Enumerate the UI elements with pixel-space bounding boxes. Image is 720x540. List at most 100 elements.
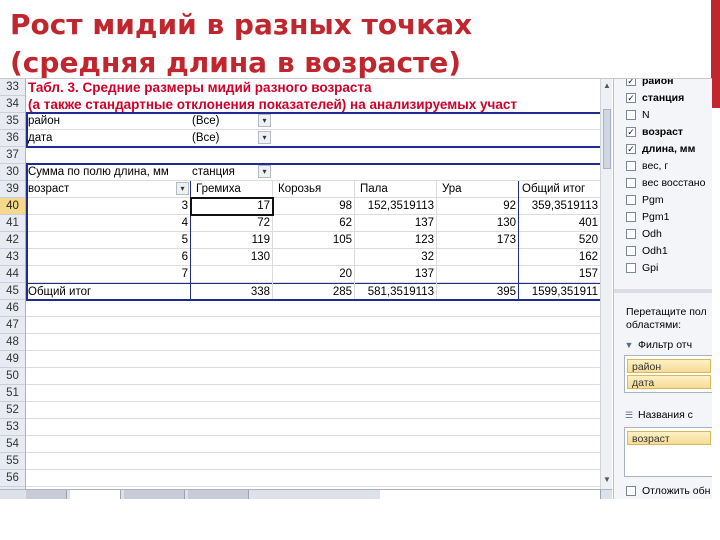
field-checkbox[interactable]: ✓ — [626, 144, 636, 154]
field-list-item[interactable]: вес восстано — [626, 175, 712, 192]
filter-field-chip[interactable]: район — [627, 359, 711, 373]
scroll-thumb[interactable] — [603, 109, 611, 169]
row-number[interactable]: 30 — [0, 164, 25, 181]
field-label: Odh — [642, 228, 662, 240]
row-labels-drop-area[interactable]: возраст — [624, 427, 712, 477]
row-number[interactable]: 37 — [0, 147, 25, 164]
field-checkbox[interactable]: ✓ — [626, 127, 636, 137]
row-number[interactable]: 33 — [0, 79, 25, 96]
scroll-up-icon[interactable]: ▲ — [602, 81, 612, 91]
row-number[interactable]: 49 — [0, 351, 25, 368]
row-number[interactable]: 53 — [0, 419, 25, 436]
field-list-item[interactable]: Pgm — [626, 192, 712, 209]
row-labels-icon: ☰ — [624, 410, 634, 420]
field-list-item[interactable]: ✓ район — [626, 79, 712, 90]
row-number[interactable]: 44 — [0, 266, 25, 283]
field-label: Odh1 — [642, 245, 668, 257]
worksheet-rows: Табл. 3. Средние размеры мидий разного в… — [26, 79, 612, 499]
drag-instruction: Перетащите пол — [626, 306, 707, 318]
field-label: длина, мм — [642, 143, 696, 155]
row-labels-header: ☰ Названия с — [624, 407, 712, 423]
defer-update-option[interactable]: Отложить обн — [626, 483, 712, 499]
filter-icon: ▼ — [624, 340, 634, 350]
table-row — [26, 453, 612, 470]
table-row — [26, 402, 612, 419]
field-list-item[interactable]: Gpi — [626, 260, 712, 277]
row-number[interactable]: 54 — [0, 436, 25, 453]
row-number[interactable]: 41 — [0, 215, 25, 232]
table-row — [26, 351, 612, 368]
field-list-item[interactable]: Odh1 — [626, 243, 712, 260]
pivot-table-area — [26, 163, 602, 301]
row-field-chip[interactable]: возраст — [627, 431, 711, 445]
field-checkbox[interactable] — [626, 246, 636, 256]
field-list-item[interactable]: Pgm1 — [626, 209, 712, 226]
row-number[interactable]: 52 — [0, 402, 25, 419]
filter-field-chip[interactable]: дата — [627, 375, 711, 389]
defer-update-checkbox[interactable] — [626, 486, 636, 496]
field-label: Pgm1 — [642, 211, 670, 223]
field-checkbox[interactable]: ✓ — [626, 79, 636, 86]
field-label: вес, г — [642, 160, 669, 172]
table-title-line-1: Табл. 3. Средние размеры мидий разного в… — [28, 80, 372, 95]
row-number[interactable]: 48 — [0, 334, 25, 351]
table-row — [26, 385, 612, 402]
field-list-item[interactable]: N — [626, 107, 712, 124]
slide-title: Рост мидий в разных точках (средняя длин… — [10, 8, 473, 79]
field-list-item[interactable]: ✓ станция — [626, 90, 712, 107]
row-number[interactable]: 45 — [0, 283, 25, 300]
sheet-tab[interactable] — [124, 490, 185, 499]
table-row — [26, 436, 612, 453]
spreadsheet-grid: 33 34 35 36 37 30 39 40 41 42 43 44 45 46 47 48 49 50 51 52… — [0, 79, 612, 499]
table-row — [26, 317, 612, 334]
field-list-item[interactable]: ✓ длина, мм — [626, 141, 712, 158]
row-number[interactable]: 55 — [0, 453, 25, 470]
sheet-tab[interactable] — [26, 490, 67, 499]
active-cell[interactable] — [190, 197, 274, 216]
table-row: (а также стандартные отклонения показате… — [26, 96, 612, 113]
sheet-tab[interactable] — [188, 490, 249, 499]
row-number[interactable]: 34 — [0, 96, 25, 113]
field-checkbox[interactable] — [626, 212, 636, 222]
row-number[interactable]: 51 — [0, 385, 25, 402]
row-number[interactable]: 40 — [0, 198, 25, 215]
field-label: вес восстано — [642, 177, 706, 189]
row-number[interactable]: 43 — [0, 249, 25, 266]
report-filter-area — [26, 112, 602, 148]
excel-screenshot: 33 34 35 36 37 30 39 40 41 42 43 44 45 46 47 48 49 50 51 52… — [0, 78, 712, 499]
field-checkbox[interactable] — [626, 195, 636, 205]
field-list-item[interactable]: Odh — [626, 226, 712, 243]
sheet-tab[interactable] — [70, 490, 121, 499]
row-number[interactable]: 47 — [0, 317, 25, 334]
field-checkbox[interactable] — [626, 161, 636, 171]
field-checkbox[interactable] — [626, 110, 636, 120]
panel-splitter[interactable] — [614, 289, 712, 293]
field-list-item[interactable]: вес, г — [626, 158, 712, 175]
row-number[interactable]: 46 — [0, 300, 25, 317]
field-label: район — [642, 79, 674, 87]
drag-instruction: областями: — [626, 319, 682, 331]
row-number[interactable]: 42 — [0, 232, 25, 249]
field-label: Gpi — [642, 262, 659, 274]
accent-bar — [711, 0, 720, 108]
field-list-item[interactable]: ✓ возраст — [626, 124, 712, 141]
vertical-scrollbar[interactable]: ▲ ▼ — [600, 79, 612, 499]
row-number[interactable]: 39 — [0, 181, 25, 198]
report-filter-drop-area[interactable]: район дата — [624, 355, 712, 393]
field-checkbox[interactable] — [626, 263, 636, 273]
row-number[interactable]: 50 — [0, 368, 25, 385]
field-label: станция — [642, 92, 685, 104]
row-number[interactable]: 56 — [0, 470, 25, 487]
row-header-column: 33 34 35 36 37 30 39 40 41 42 43 44 45 46 47 48 49 50 51 52… — [0, 79, 26, 499]
field-checkbox[interactable] — [626, 178, 636, 188]
field-checkbox[interactable]: ✓ — [626, 93, 636, 103]
row-number[interactable]: 35 — [0, 113, 25, 130]
field-checkbox[interactable] — [626, 229, 636, 239]
row-number[interactable]: 36 — [0, 130, 25, 147]
scroll-down-icon[interactable]: ▼ — [602, 475, 612, 485]
table-row — [26, 300, 612, 317]
horizontal-scrollbar[interactable] — [380, 490, 601, 499]
table-row — [26, 470, 612, 487]
table-title-line-2: (а также стандартные отклонения показате… — [28, 97, 517, 112]
defer-update-label: Отложить обн — [642, 485, 711, 497]
